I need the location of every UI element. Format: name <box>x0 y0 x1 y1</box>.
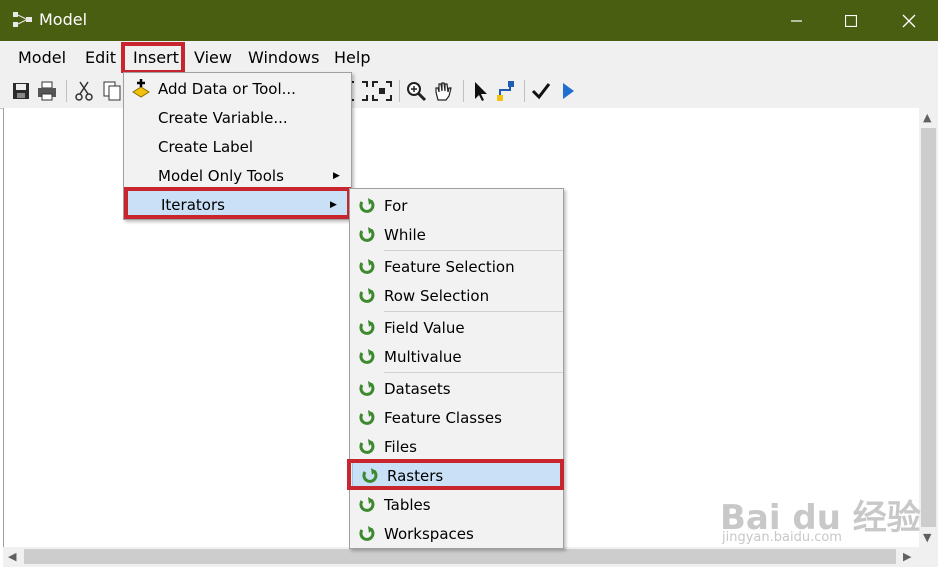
insert-annotation-box <box>121 42 185 74</box>
watermark-url: jingyan.baidu.com <box>722 530 842 545</box>
iterator-item-datasets[interactable]: Datasets <box>350 374 563 403</box>
horizontal-scroll-thumb[interactable] <box>24 549 896 564</box>
iterator-item-feature-classes[interactable]: Feature Classes <box>350 403 563 432</box>
iterator-icon <box>350 287 384 305</box>
minimize-icon <box>791 19 802 22</box>
iterator-icon <box>350 348 384 366</box>
menu-item-create-label[interactable]: Create Label <box>124 132 351 161</box>
menu-item-add-data-or-tool[interactable]: Add Data or Tool... <box>124 74 351 103</box>
run-play-icon[interactable] <box>557 80 579 102</box>
close-button[interactable] <box>880 0 938 41</box>
validate-checkmark-icon[interactable] <box>530 80 552 102</box>
minimize-button[interactable] <box>768 0 826 41</box>
menu-item-create-variable[interactable]: Create Variable... <box>124 103 351 132</box>
menu-separator <box>384 250 563 251</box>
iterator-icon <box>350 197 384 215</box>
scroll-down-icon[interactable]: ▼ <box>923 531 931 544</box>
menu-item-label: Model Only Tools <box>158 166 284 185</box>
maximize-button[interactable] <box>822 0 880 41</box>
menu-model[interactable]: Model <box>18 48 66 67</box>
menu-edit[interactable]: Edit <box>85 48 116 67</box>
menu-view[interactable]: View <box>194 48 232 67</box>
menu-separator <box>384 311 563 312</box>
window-title: Model <box>39 10 88 29</box>
rasters-annotation-box <box>347 459 564 490</box>
iterator-item-while[interactable]: While <box>350 220 563 249</box>
menu-item-model-only-tools[interactable]: Model Only Tools ▶ <box>124 161 351 190</box>
menu-item-label: Datasets <box>384 379 451 398</box>
menu-item-label: Row Selection <box>384 286 490 305</box>
vertical-scroll-thumb[interactable] <box>921 128 936 527</box>
scroll-right-icon[interactable]: ▶ <box>903 550 911 563</box>
iterator-icon <box>350 226 384 244</box>
add-connection-icon[interactable] <box>496 80 518 102</box>
cut-icon[interactable] <box>73 80 95 102</box>
menu-item-label: Feature Selection <box>384 257 515 276</box>
menu-item-label: Field Value <box>384 318 465 337</box>
add-data-icon <box>124 78 158 100</box>
scroll-left-icon[interactable]: ◀ <box>8 550 16 563</box>
iterator-icon <box>350 438 384 456</box>
iterators-annotation-box <box>124 187 351 219</box>
menu-item-label: Files <box>384 437 417 456</box>
iterator-icon <box>350 319 384 337</box>
toolbar-separator <box>66 80 67 102</box>
submenu-arrow-icon: ▶ <box>333 170 340 181</box>
menu-item-label: Create Variable... <box>158 108 288 127</box>
close-icon <box>902 14 916 27</box>
toolbar-separator <box>399 80 400 102</box>
pan-hand-icon[interactable] <box>432 80 454 102</box>
iterator-item-row-selection[interactable]: Row Selection <box>350 281 563 310</box>
iterator-icon <box>350 496 384 514</box>
iterator-item-feature-selection[interactable]: Feature Selection <box>350 252 563 281</box>
menu-item-label: Tables <box>384 495 431 514</box>
fit-to-window-icon[interactable] <box>371 80 393 102</box>
iterator-icon <box>350 258 384 276</box>
iterators-submenu: For While Feature Selection Row Selectio… <box>349 188 564 549</box>
menu-item-label: Multivalue <box>384 347 462 366</box>
menu-item-label: Add Data or Tool... <box>158 79 296 98</box>
iterator-icon <box>350 409 384 427</box>
iterator-icon <box>350 525 384 543</box>
print-icon[interactable] <box>36 80 58 102</box>
menu-separator <box>384 372 563 373</box>
model-app-icon <box>13 12 32 27</box>
maximize-icon <box>845 14 857 27</box>
menu-windows[interactable]: Windows <box>248 48 319 67</box>
menu-help[interactable]: Help <box>334 48 370 67</box>
menu-item-label: Workspaces <box>384 524 474 543</box>
iterator-item-for[interactable]: For <box>350 191 563 220</box>
toolbar-separator <box>524 80 525 102</box>
iterator-item-field-value[interactable]: Field Value <box>350 313 563 342</box>
iterator-item-files[interactable]: Files <box>350 432 563 461</box>
scrollbar-corner <box>919 547 938 567</box>
copy-icon[interactable] <box>101 80 123 102</box>
menu-item-label: Feature Classes <box>384 408 502 427</box>
menu-item-label: Create Label <box>158 137 254 156</box>
iterator-item-multivalue[interactable]: Multivalue <box>350 342 563 371</box>
iterator-icon <box>350 380 384 398</box>
select-arrow-icon[interactable] <box>470 80 492 102</box>
menu-item-label: While <box>384 225 426 244</box>
scroll-up-icon[interactable]: ▲ <box>923 111 931 124</box>
zoom-in-icon[interactable] <box>405 80 427 102</box>
save-icon[interactable] <box>10 80 32 102</box>
toolbar-separator <box>463 80 464 102</box>
menu-item-label: For <box>384 196 408 215</box>
iterator-item-tables[interactable]: Tables <box>350 490 563 519</box>
iterator-item-workspaces[interactable]: Workspaces <box>350 519 563 548</box>
